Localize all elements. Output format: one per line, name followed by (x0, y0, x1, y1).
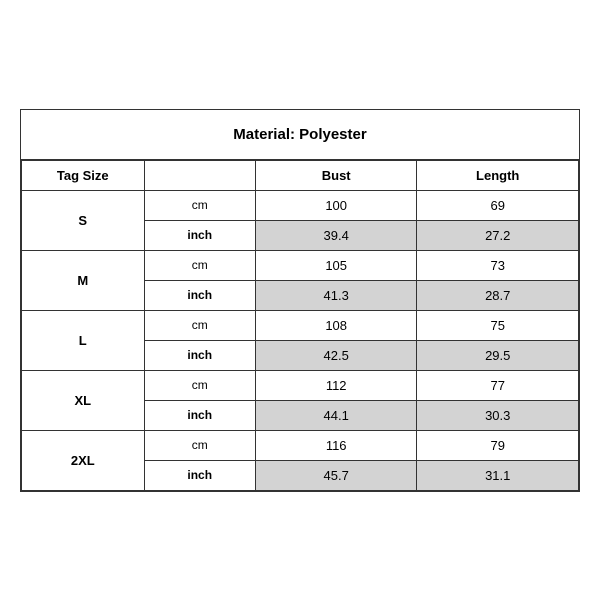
unit-inch: inch (144, 340, 255, 370)
tag-size-cell: XL (22, 370, 145, 430)
header-tag-size: Tag Size (22, 160, 145, 190)
bust-cm: 108 (255, 310, 417, 340)
table-row: Lcm10875 (22, 310, 579, 340)
length-cm: 73 (417, 250, 579, 280)
tag-size-cell: L (22, 310, 145, 370)
bust-inch: 39.4 (255, 220, 417, 250)
length-inch: 27.2 (417, 220, 579, 250)
title-text: Material: Polyester (233, 126, 366, 143)
length-cm: 77 (417, 370, 579, 400)
tag-size-cell: M (22, 250, 145, 310)
length-inch: 28.7 (417, 280, 579, 310)
bust-inch: 42.5 (255, 340, 417, 370)
length-cm: 75 (417, 310, 579, 340)
length-inch: 30.3 (417, 400, 579, 430)
length-cm: 79 (417, 430, 579, 460)
table-row: Mcm10573 (22, 250, 579, 280)
bust-inch: 45.7 (255, 460, 417, 490)
unit-inch: inch (144, 460, 255, 490)
unit-cm: cm (144, 250, 255, 280)
length-inch: 31.1 (417, 460, 579, 490)
table-row: Scm10069 (22, 190, 579, 220)
header-bust: Bust (255, 160, 417, 190)
bust-inch: 44.1 (255, 400, 417, 430)
unit-cm: cm (144, 370, 255, 400)
size-table: Tag Size Bust Length Scm10069inch39.427.… (21, 160, 579, 491)
bust-cm: 112 (255, 370, 417, 400)
header-length: Length (417, 160, 579, 190)
length-cm: 69 (417, 190, 579, 220)
table-body: Scm10069inch39.427.2Mcm10573inch41.328.7… (22, 190, 579, 490)
bust-cm: 100 (255, 190, 417, 220)
header-unit (144, 160, 255, 190)
unit-inch: inch (144, 280, 255, 310)
unit-cm: cm (144, 430, 255, 460)
unit-cm: cm (144, 190, 255, 220)
tag-size-cell: 2XL (22, 430, 145, 490)
unit-inch: inch (144, 220, 255, 250)
table-row: XLcm11277 (22, 370, 579, 400)
unit-inch: inch (144, 400, 255, 430)
table-header-row: Tag Size Bust Length (22, 160, 579, 190)
bust-inch: 41.3 (255, 280, 417, 310)
unit-cm: cm (144, 310, 255, 340)
length-inch: 29.5 (417, 340, 579, 370)
table-row: 2XLcm11679 (22, 430, 579, 460)
bust-cm: 105 (255, 250, 417, 280)
chart-title: Material: Polyester (21, 110, 579, 160)
tag-size-cell: S (22, 190, 145, 250)
bust-cm: 116 (255, 430, 417, 460)
size-chart: Material: Polyester Tag Size Bust Length… (20, 109, 580, 492)
